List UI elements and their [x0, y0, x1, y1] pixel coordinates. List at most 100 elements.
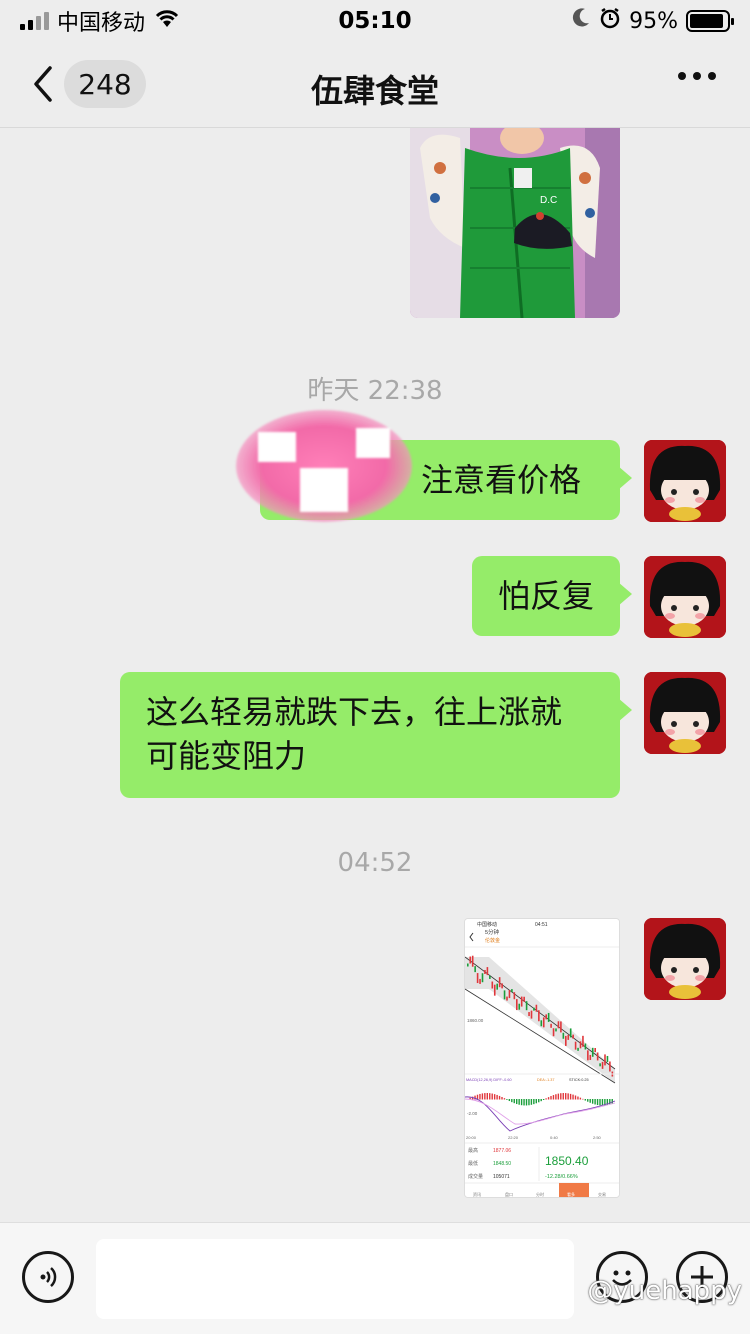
candle [562, 1032, 565, 1039]
macd-bar [513, 1099, 515, 1104]
macd-bar [530, 1099, 533, 1105]
shot-instrument: 伦敦金 [485, 937, 500, 944]
shot-stick-label: STICK:0.25 [569, 1078, 589, 1082]
macd-bar [560, 1093, 562, 1100]
macd-bar [498, 1095, 501, 1100]
candle [567, 1034, 570, 1040]
shot-volume-label: 成交量 [468, 1173, 483, 1180]
shot-xtick: 0:40 [550, 1135, 559, 1140]
candle [489, 975, 491, 979]
shot-low-value: 1848.50 [493, 1161, 511, 1167]
shot-xtick: 20:00 [466, 1135, 477, 1140]
macd-bar [547, 1097, 550, 1100]
shot-low-label: 最低 [468, 1160, 478, 1167]
macd-bar [520, 1099, 523, 1106]
clock: 05:10 [338, 8, 412, 34]
candle [609, 1061, 611, 1072]
candle [557, 1021, 560, 1029]
candle [523, 996, 525, 1002]
macd-bar [535, 1099, 537, 1104]
voice-button[interactable] [22, 1251, 74, 1303]
macd-bar [525, 1099, 528, 1106]
candle [569, 1028, 572, 1038]
macd-bar [577, 1096, 579, 1100]
macd-bar [584, 1099, 586, 1101]
avatar[interactable] [644, 918, 726, 1000]
battery-icon [686, 10, 734, 32]
macd-bar [569, 1093, 572, 1100]
cartoon-avatar-icon [644, 918, 726, 1000]
macd-bar [567, 1093, 569, 1100]
stock-chart-screenshot: 中国移动 04:51 5分钟 伦敦金 1860.00 MACD(12,26,9)… [465, 919, 619, 1197]
candle [577, 1047, 579, 1051]
macd-bar [496, 1094, 498, 1100]
message-text: 注意看价格 [421, 461, 582, 499]
image-message[interactable]: D.C [410, 128, 620, 318]
macd-bar [589, 1099, 591, 1103]
avatar[interactable] [644, 556, 726, 638]
macd-bar [489, 1093, 491, 1100]
message-input[interactable] [96, 1239, 574, 1319]
candle [498, 977, 501, 988]
candle [587, 1050, 589, 1061]
macd-bar [555, 1094, 557, 1100]
shot-volume-value: 105071 [493, 1174, 510, 1180]
candle [491, 981, 494, 989]
macd-bar [508, 1099, 511, 1102]
candle [516, 999, 518, 1011]
message-bubble[interactable]: 怕反复 [471, 556, 633, 636]
candle [469, 956, 472, 964]
candle [542, 1017, 545, 1028]
candle [599, 1063, 601, 1067]
watermark: @yuehappy [587, 1276, 742, 1306]
child-photo: D.C [410, 128, 620, 318]
candle [538, 1010, 540, 1022]
candle [594, 1048, 596, 1053]
candle [547, 1012, 550, 1022]
candle [486, 967, 489, 976]
more-options-button[interactable] [678, 72, 716, 80]
candle [533, 1007, 535, 1011]
message-list[interactable]: D.C 昨天 22:38 注意看价格 怕反复 这么轻易就跌下去，往上涨就 可能变… [0, 128, 750, 1222]
cartoon-avatar-icon [644, 672, 726, 754]
macd-bar [493, 1094, 496, 1100]
candle [601, 1061, 604, 1069]
candle [474, 966, 476, 973]
shot-price-mark: 1860.00 [467, 1018, 484, 1023]
candle [552, 1028, 555, 1037]
message-bubble[interactable]: 这么轻易就跌下去，往上涨就 可能变阻力 [120, 672, 632, 798]
message-text-line: 可能变阻力 [146, 737, 307, 775]
chat-header: 248 伍肆食堂 [0, 42, 750, 128]
shot-tab: 交易 [598, 1191, 606, 1197]
shot-period: 5分钟 [485, 928, 500, 936]
candle [535, 1004, 538, 1012]
candle [513, 992, 516, 1000]
macd-bar [574, 1095, 577, 1100]
candle [471, 955, 474, 967]
candle [584, 1043, 587, 1050]
avatar[interactable] [644, 672, 726, 754]
candle [520, 996, 523, 1007]
macd-bar [599, 1099, 601, 1106]
image-message[interactable]: 中国移动 04:51 5分钟 伦敦金 1860.00 MACD(12,26,9)… [464, 918, 620, 1198]
macd-bar [538, 1099, 540, 1103]
macd-bar [533, 1099, 535, 1105]
candle [525, 1001, 528, 1011]
candle [565, 1035, 567, 1046]
candle [545, 1014, 547, 1020]
macd-bar [552, 1095, 555, 1100]
macd-bar [501, 1096, 503, 1100]
avatar[interactable] [644, 440, 726, 522]
cartoon-avatar-icon [644, 556, 726, 638]
macd-bar [484, 1093, 486, 1100]
candle [572, 1034, 574, 1039]
shot-tab: 盘口 [505, 1191, 513, 1197]
shot-xtick: 22:20 [508, 1135, 519, 1140]
candle [496, 983, 498, 990]
macd-bar [611, 1099, 613, 1104]
macd-bar [491, 1093, 493, 1100]
macd-bar [523, 1099, 525, 1106]
macd-bar [587, 1099, 589, 1102]
chat-title: 伍肆食堂 [310, 72, 439, 110]
candle [606, 1055, 609, 1062]
